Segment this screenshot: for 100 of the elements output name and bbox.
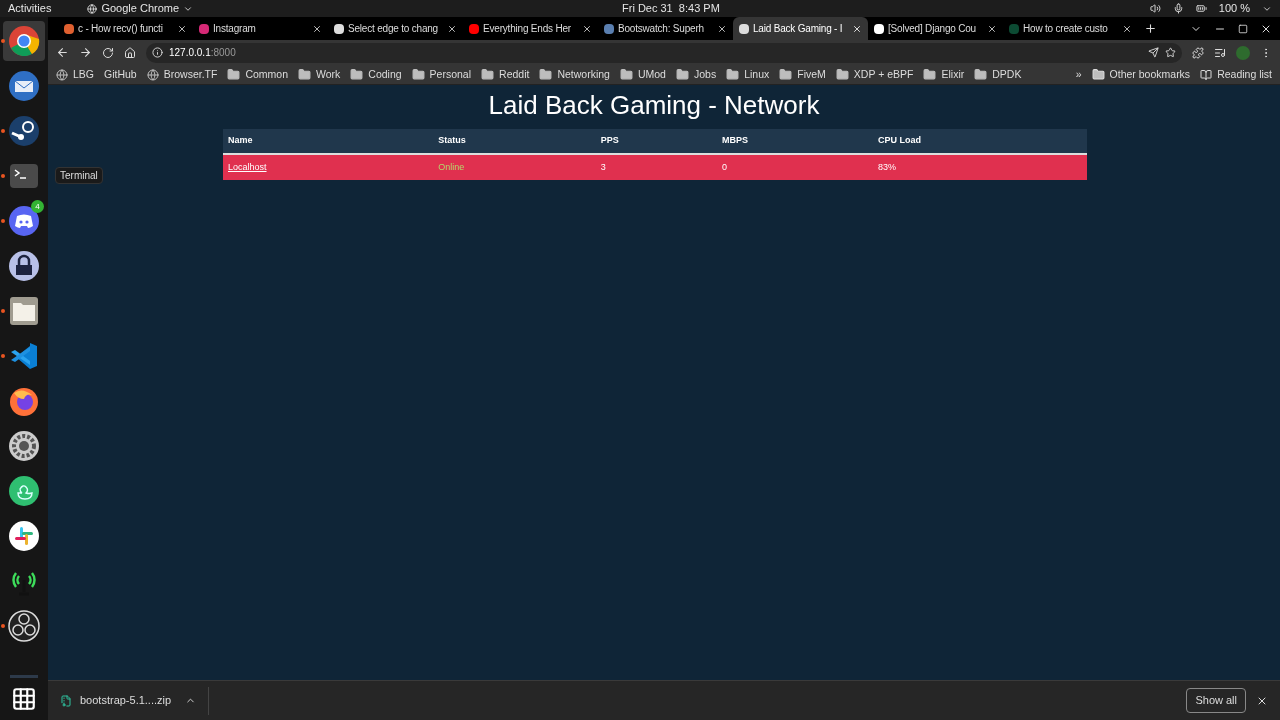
column-header: Name <box>223 129 434 154</box>
site-icon <box>146 68 159 81</box>
app-grid-icon[interactable] <box>11 686 37 712</box>
close-icon[interactable] <box>1260 23 1272 35</box>
column-header: MBPS <box>717 129 873 154</box>
more-bookmarks[interactable]: » <box>1075 66 1082 83</box>
notification-badge: 4 <box>31 200 44 213</box>
browser-tab[interactable]: Instagram <box>193 17 328 40</box>
folder-icon <box>411 68 425 81</box>
extensions-icon[interactable] <box>1192 46 1204 59</box>
browser-tab[interactable]: [Solved] Django Cou <box>868 17 1003 40</box>
close-icon[interactable] <box>177 23 187 34</box>
back-icon[interactable] <box>56 46 69 59</box>
duck-icon <box>8 475 40 507</box>
bookmark[interactable]: Personal <box>411 66 472 83</box>
folder-icon <box>298 68 311 81</box>
padlock-icon <box>8 250 40 282</box>
folder-icon <box>726 68 740 81</box>
status-text: Online <box>438 161 465 172</box>
browser-tab[interactable]: Everything Ends Her <box>463 17 598 40</box>
media-icon[interactable] <box>1214 46 1226 59</box>
clock[interactable]: Fri Dec 31 8:43 PM <box>622 0 720 17</box>
download-item[interactable]: bootstrap-5.1....zip <box>60 686 210 715</box>
globe-icon <box>87 3 98 14</box>
tab-title: Bootswatch: Superh <box>618 22 705 36</box>
close-icon[interactable] <box>1122 23 1132 34</box>
volume-icon[interactable] <box>1149 3 1161 14</box>
close-icon[interactable] <box>987 23 997 34</box>
reload-icon[interactable] <box>102 46 114 59</box>
bookmark[interactable]: Networking <box>539 66 610 83</box>
address-bar[interactable]: 127.0.0.1:8000 <box>146 42 1182 63</box>
column-header: Status <box>433 129 596 154</box>
bookmark[interactable]: Common <box>227 66 288 83</box>
folder-icon <box>619 68 633 81</box>
bookmark[interactable]: XDP + eBPF <box>835 66 914 83</box>
browser-tab[interactable]: Select edge to chang <box>328 17 463 40</box>
close-icon[interactable] <box>312 23 322 34</box>
host-link[interactable]: Localhost <box>228 161 267 172</box>
bookmark[interactable]: DPDK <box>974 66 1022 83</box>
folder-icon <box>8 295 40 327</box>
browser-tab[interactable]: Laid Back Gaming - I <box>733 17 868 40</box>
new-tab-icon[interactable] <box>1144 22 1157 35</box>
bookmark[interactable]: Work <box>298 66 341 83</box>
folder-icon <box>350 68 364 81</box>
battery-icon[interactable] <box>1195 3 1207 14</box>
bookmark[interactable]: Jobs <box>675 66 717 83</box>
table-cell: 3 <box>600 161 606 172</box>
browser-tab[interactable]: How to create custo <box>1003 17 1138 40</box>
folder-icon <box>539 68 553 81</box>
tab-title: [Solved] Django Cou <box>888 22 977 36</box>
slack-icon <box>8 520 40 552</box>
show-all-button[interactable]: Show all <box>1186 688 1246 713</box>
column-header: CPU Load <box>873 129 1087 154</box>
discord-icon <box>8 205 40 237</box>
bookmark[interactable]: Browser.TF <box>146 66 218 83</box>
folder-icon <box>1091 68 1105 81</box>
home-icon[interactable] <box>124 46 136 59</box>
tab-title: Laid Back Gaming - I <box>753 22 844 36</box>
bookmark[interactable]: LBG <box>56 66 94 83</box>
bookmark[interactable]: Reddit <box>481 66 530 83</box>
dock-item[interactable] <box>3 21 45 61</box>
app-menu[interactable]: Google Chrome <box>87 0 194 17</box>
maximize-icon[interactable] <box>1238 24 1248 34</box>
page-title: Laid Back Gaming - Network <box>488 89 820 122</box>
bookmark[interactable]: FiveM <box>779 66 826 83</box>
steam-icon <box>8 115 40 147</box>
tooltip: Terminal <box>55 167 103 184</box>
bookmark[interactable]: Elixir <box>923 66 965 83</box>
folder-icon <box>227 68 241 81</box>
chrome-icon <box>8 25 40 57</box>
close-icon[interactable] <box>582 23 592 34</box>
close-icon[interactable] <box>447 23 457 34</box>
tab-title: Everything Ends Her <box>483 22 572 36</box>
firefox-icon <box>8 385 40 417</box>
microphone-icon[interactable] <box>1172 3 1184 14</box>
bookmark[interactable]: Linux <box>726 66 770 83</box>
bookmark[interactable]: Coding <box>350 66 402 83</box>
browser-tab[interactable]: Bootswatch: Superh <box>598 17 733 40</box>
tab-title: Instagram <box>213 22 257 36</box>
folder-icon <box>923 68 937 81</box>
close-icon[interactable] <box>717 23 727 34</box>
close-icon[interactable] <box>852 23 862 34</box>
settings-icon <box>8 430 40 462</box>
bookmark[interactable]: GitHub <box>104 66 137 83</box>
reading-list[interactable]: Reading list <box>1200 66 1272 83</box>
column-header: PPS <box>595 129 717 154</box>
bookmark[interactable]: Other bookmarks <box>1091 66 1191 83</box>
tab-title: Select edge to chang <box>348 22 439 36</box>
tab-title: c - How recv() functi <box>78 22 164 36</box>
activities-button[interactable]: Activities <box>8 0 52 17</box>
book-icon <box>1200 68 1213 81</box>
file-icon <box>60 694 72 707</box>
bookmark[interactable]: UMod <box>619 66 666 83</box>
tab-title: How to create custo <box>1023 22 1109 36</box>
table-cell: 83% <box>878 161 896 172</box>
folder-icon <box>835 68 849 81</box>
table-cell: 0 <box>722 161 727 172</box>
browser-tab[interactable]: c - How recv() functi <box>58 17 193 40</box>
battery-level[interactable]: 100 % <box>1218 0 1250 17</box>
forward-icon[interactable] <box>79 46 92 59</box>
